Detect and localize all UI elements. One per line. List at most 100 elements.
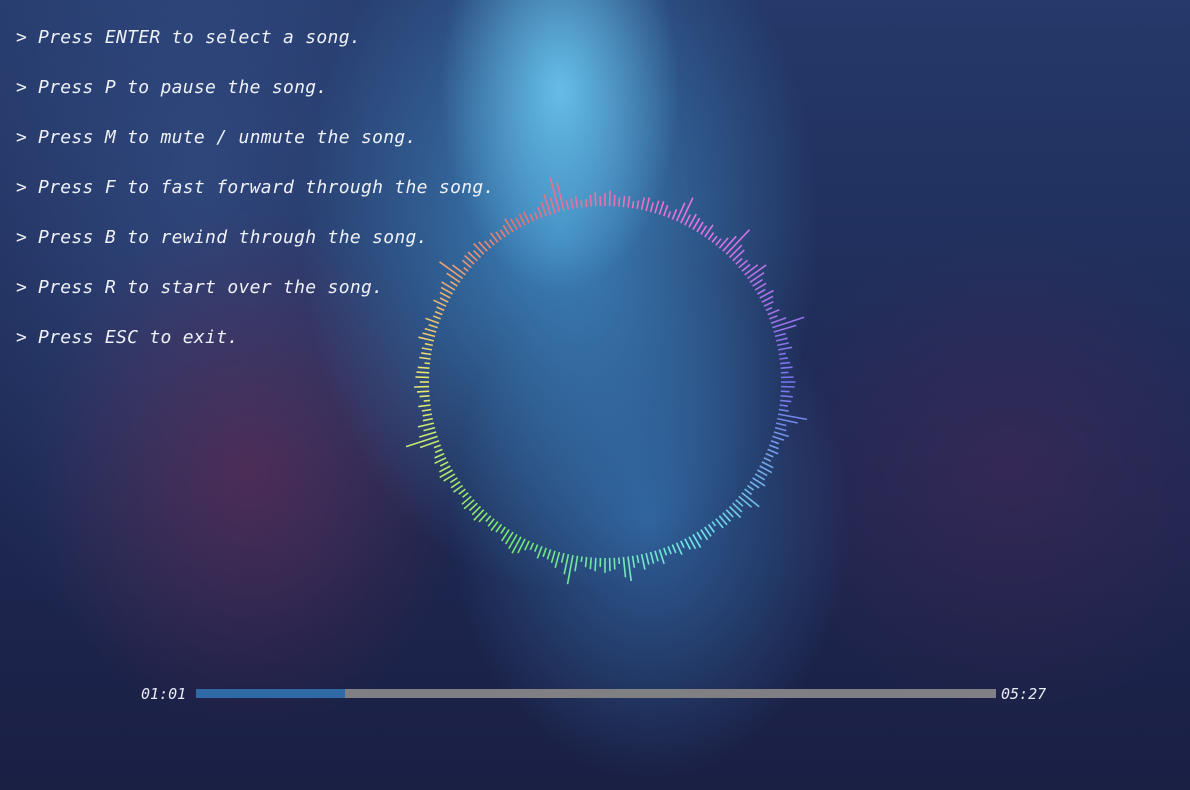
visualizer-bar	[613, 557, 616, 570]
visualizer-bar	[773, 431, 789, 438]
circular-audio-visualizer	[405, 177, 808, 585]
visualizer-bar	[770, 317, 787, 324]
visualizer-bar	[735, 257, 743, 265]
visualizer-bar	[761, 295, 774, 303]
visualizer-bar	[566, 554, 574, 585]
visualizer-bar	[418, 431, 437, 438]
visualizer-bar	[684, 214, 691, 226]
visualizer-bar	[774, 332, 787, 338]
visualizer-bar	[468, 502, 478, 512]
visualizer-bar	[654, 550, 659, 562]
visualizer-bar	[542, 547, 547, 558]
visualizer-bar	[458, 488, 466, 495]
visualizer-bar	[765, 306, 773, 312]
visualizer-bar	[779, 361, 791, 365]
visualizer-bar	[423, 399, 431, 402]
visualizer-bar	[741, 263, 751, 272]
visualizer-bar	[765, 452, 774, 458]
visualizer-bar	[779, 404, 788, 407]
visualizer-bar	[565, 200, 570, 210]
visualizer-bar	[684, 538, 692, 550]
visualizer-bar	[418, 404, 431, 408]
visualizer-bar	[774, 426, 787, 432]
visualizer-bar	[536, 546, 543, 559]
visualizer-bar	[663, 204, 669, 217]
visualizer-bar	[434, 448, 443, 454]
visualizer-bar	[704, 526, 712, 537]
visualizer-bar	[462, 492, 469, 498]
visualizer-bar	[780, 366, 793, 369]
visualizer-bar	[554, 551, 561, 569]
visualizer-bar	[419, 356, 431, 360]
visualizer-bar	[711, 521, 717, 527]
visualizer-bar	[570, 198, 574, 210]
visualizer-bar	[640, 554, 646, 570]
visualizer-bar	[584, 556, 588, 568]
visualizer-bar	[735, 499, 744, 507]
visualizer-bar	[696, 221, 704, 233]
progress-bar-fill	[196, 689, 345, 698]
visualizer-bar	[449, 280, 458, 287]
visualizer-bar	[433, 299, 447, 307]
visualizer-bar	[667, 546, 672, 555]
visualizer-bar	[772, 316, 805, 329]
visualizer-bar	[421, 347, 433, 351]
visualizer-bar	[777, 346, 793, 351]
visualizer-bar	[757, 288, 766, 295]
progress-bar[interactable]	[196, 689, 996, 698]
visualizer-bar	[522, 211, 530, 224]
visualizer-bars	[405, 177, 808, 585]
visualizer-bar	[537, 206, 543, 218]
visualizer-bar	[424, 327, 437, 333]
visualizer-bar	[434, 452, 445, 459]
visualizer-bar	[515, 217, 522, 228]
visualizer-bar	[746, 484, 755, 491]
visualizer-bar	[487, 518, 495, 527]
visualizer-bar	[580, 200, 583, 208]
visualizer-bar	[725, 229, 751, 255]
visualizer-bar	[473, 250, 482, 259]
visualizer-bar	[533, 544, 539, 553]
current-time: 01:01	[141, 685, 187, 703]
visualizer-bar	[715, 238, 722, 246]
visualizer-bar	[763, 300, 774, 307]
visualizer-bar	[489, 239, 495, 246]
visualizer-bar	[728, 244, 743, 259]
visualizer-bar	[631, 201, 635, 209]
visualizer-bar	[622, 556, 627, 578]
visualizer-bar	[631, 555, 636, 568]
visualizer-bar	[752, 278, 764, 287]
visualizer-bar	[428, 323, 438, 329]
visualizer-bar	[769, 444, 779, 450]
visualizer-bar	[549, 177, 561, 213]
visualizer-bar	[671, 544, 677, 554]
visualizer-bar	[627, 196, 631, 208]
visualizer-bar	[636, 554, 640, 564]
visualizer-bar	[777, 413, 808, 421]
visualizer-bar	[449, 477, 458, 484]
visualizer-bar	[499, 229, 506, 238]
visualizer-bar	[680, 540, 685, 549]
visualizer-bar	[754, 473, 766, 481]
visualizer-bar	[550, 550, 556, 564]
visualizer-bar	[580, 556, 583, 563]
visualizer-bar	[707, 523, 715, 533]
visualizer-bar	[741, 492, 760, 508]
visualizer-bar	[518, 213, 526, 226]
visualizer-bar	[419, 395, 430, 398]
visualizer-bar	[510, 218, 518, 230]
visualizer-bar	[680, 197, 694, 224]
visualizer-bar	[671, 208, 678, 220]
visualizer-bar	[485, 515, 492, 523]
visualizer-bar	[772, 435, 785, 441]
visualizer-bar	[405, 435, 438, 448]
visualizer-bar	[422, 332, 436, 338]
visualizer-bar	[722, 235, 737, 252]
visualizer-bar	[769, 315, 778, 320]
visualizer-bar	[636, 200, 640, 210]
visualizer-bar	[424, 362, 431, 365]
visualizer-bar	[775, 422, 787, 427]
visualizer-bar	[649, 202, 654, 213]
visualizer-bar	[778, 352, 786, 356]
visualizer-bar	[563, 554, 570, 575]
